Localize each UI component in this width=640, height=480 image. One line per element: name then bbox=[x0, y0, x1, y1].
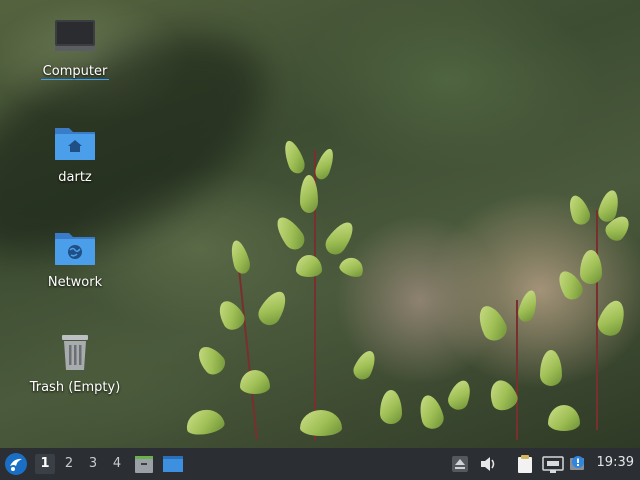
network-folder-icon bbox=[53, 227, 97, 271]
clipboard-button[interactable] bbox=[515, 454, 535, 474]
file-cabinet-icon bbox=[135, 456, 153, 473]
network-status-button[interactable] bbox=[542, 454, 564, 474]
lubuntu-logo-icon bbox=[5, 453, 27, 475]
update-alert-icon bbox=[570, 456, 584, 470]
taskbar: 1 2 3 4 19:39 bbox=[0, 448, 640, 480]
trash-icon bbox=[53, 332, 97, 376]
file-manager-launcher[interactable] bbox=[134, 454, 154, 474]
desktop-icon-network[interactable]: Network bbox=[27, 227, 123, 290]
clock[interactable]: 19:39 bbox=[597, 455, 634, 470]
show-desktop-button[interactable] bbox=[162, 454, 184, 474]
desktop-icon-label: Computer bbox=[40, 64, 110, 80]
desktop-icon-trash[interactable]: Trash (Empty) bbox=[27, 332, 123, 395]
update-notifier-button[interactable] bbox=[568, 454, 588, 474]
home-folder-icon bbox=[53, 122, 97, 166]
eject-button[interactable] bbox=[450, 454, 470, 474]
desktop-icon-label: dartz bbox=[58, 170, 92, 185]
start-menu-button[interactable] bbox=[4, 452, 28, 476]
desktop-icon-home-folder[interactable]: dartz bbox=[27, 122, 123, 185]
desktop-icon-label: Trash (Empty) bbox=[29, 380, 121, 395]
desktop-icon-label: Network bbox=[47, 275, 103, 290]
workspace-3[interactable]: 3 bbox=[83, 454, 103, 474]
volume-button[interactable] bbox=[478, 454, 498, 474]
workspace-2[interactable]: 2 bbox=[59, 454, 79, 474]
eject-icon bbox=[452, 456, 468, 472]
wired-network-icon bbox=[542, 456, 564, 473]
desktop-wallpaper: Computer dartz Network Trash (Empty) bbox=[0, 0, 640, 448]
computer-icon bbox=[53, 16, 97, 60]
clipboard-icon bbox=[518, 455, 532, 473]
speaker-icon bbox=[481, 457, 495, 471]
desktop-icon-computer[interactable]: Computer bbox=[27, 16, 123, 80]
desktop-icon bbox=[163, 456, 183, 472]
workspace-4[interactable]: 4 bbox=[107, 454, 127, 474]
workspace-1[interactable]: 1 bbox=[35, 454, 55, 474]
